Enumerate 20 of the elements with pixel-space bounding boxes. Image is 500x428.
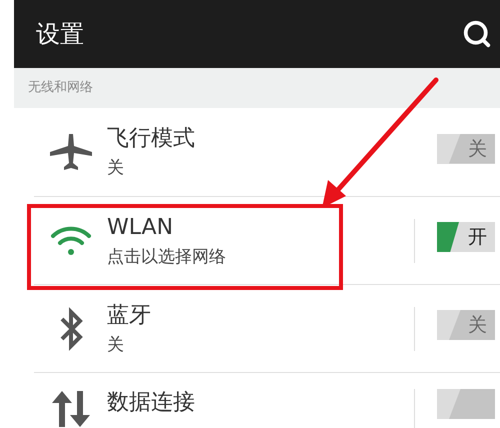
settings-row[interactable]: 蓝牙 关 关 [34, 284, 500, 372]
toggle-switch[interactable]: 开 [437, 222, 495, 252]
setting-summary: 关 [107, 334, 125, 356]
setting-title: 蓝牙 [107, 302, 152, 330]
toggle-switch[interactable] [437, 389, 495, 419]
section-title: 无线和网络 [28, 79, 93, 98]
search-icon[interactable] [462, 19, 492, 49]
setting-title: 飞行模式 [107, 125, 196, 153]
setting-summary: 关 [107, 157, 125, 179]
bluetooth-icon [58, 306, 82, 350]
settings-row[interactable]: 飞行模式 关 关 [34, 108, 500, 196]
setting-summary: 点击以选择网络 [107, 246, 227, 268]
setting-title: 数据连接 [107, 389, 196, 417]
settings-row[interactable]: WLAN 点击以选择网络 开 [34, 196, 500, 284]
screen-title: 设置 [36, 19, 84, 50]
airplane-icon [48, 132, 92, 172]
wifi-icon [50, 224, 92, 256]
settings-row[interactable]: 数据连接 [34, 372, 500, 428]
data-transfer-icon [50, 389, 90, 428]
setting-title: WLAN [107, 214, 174, 242]
